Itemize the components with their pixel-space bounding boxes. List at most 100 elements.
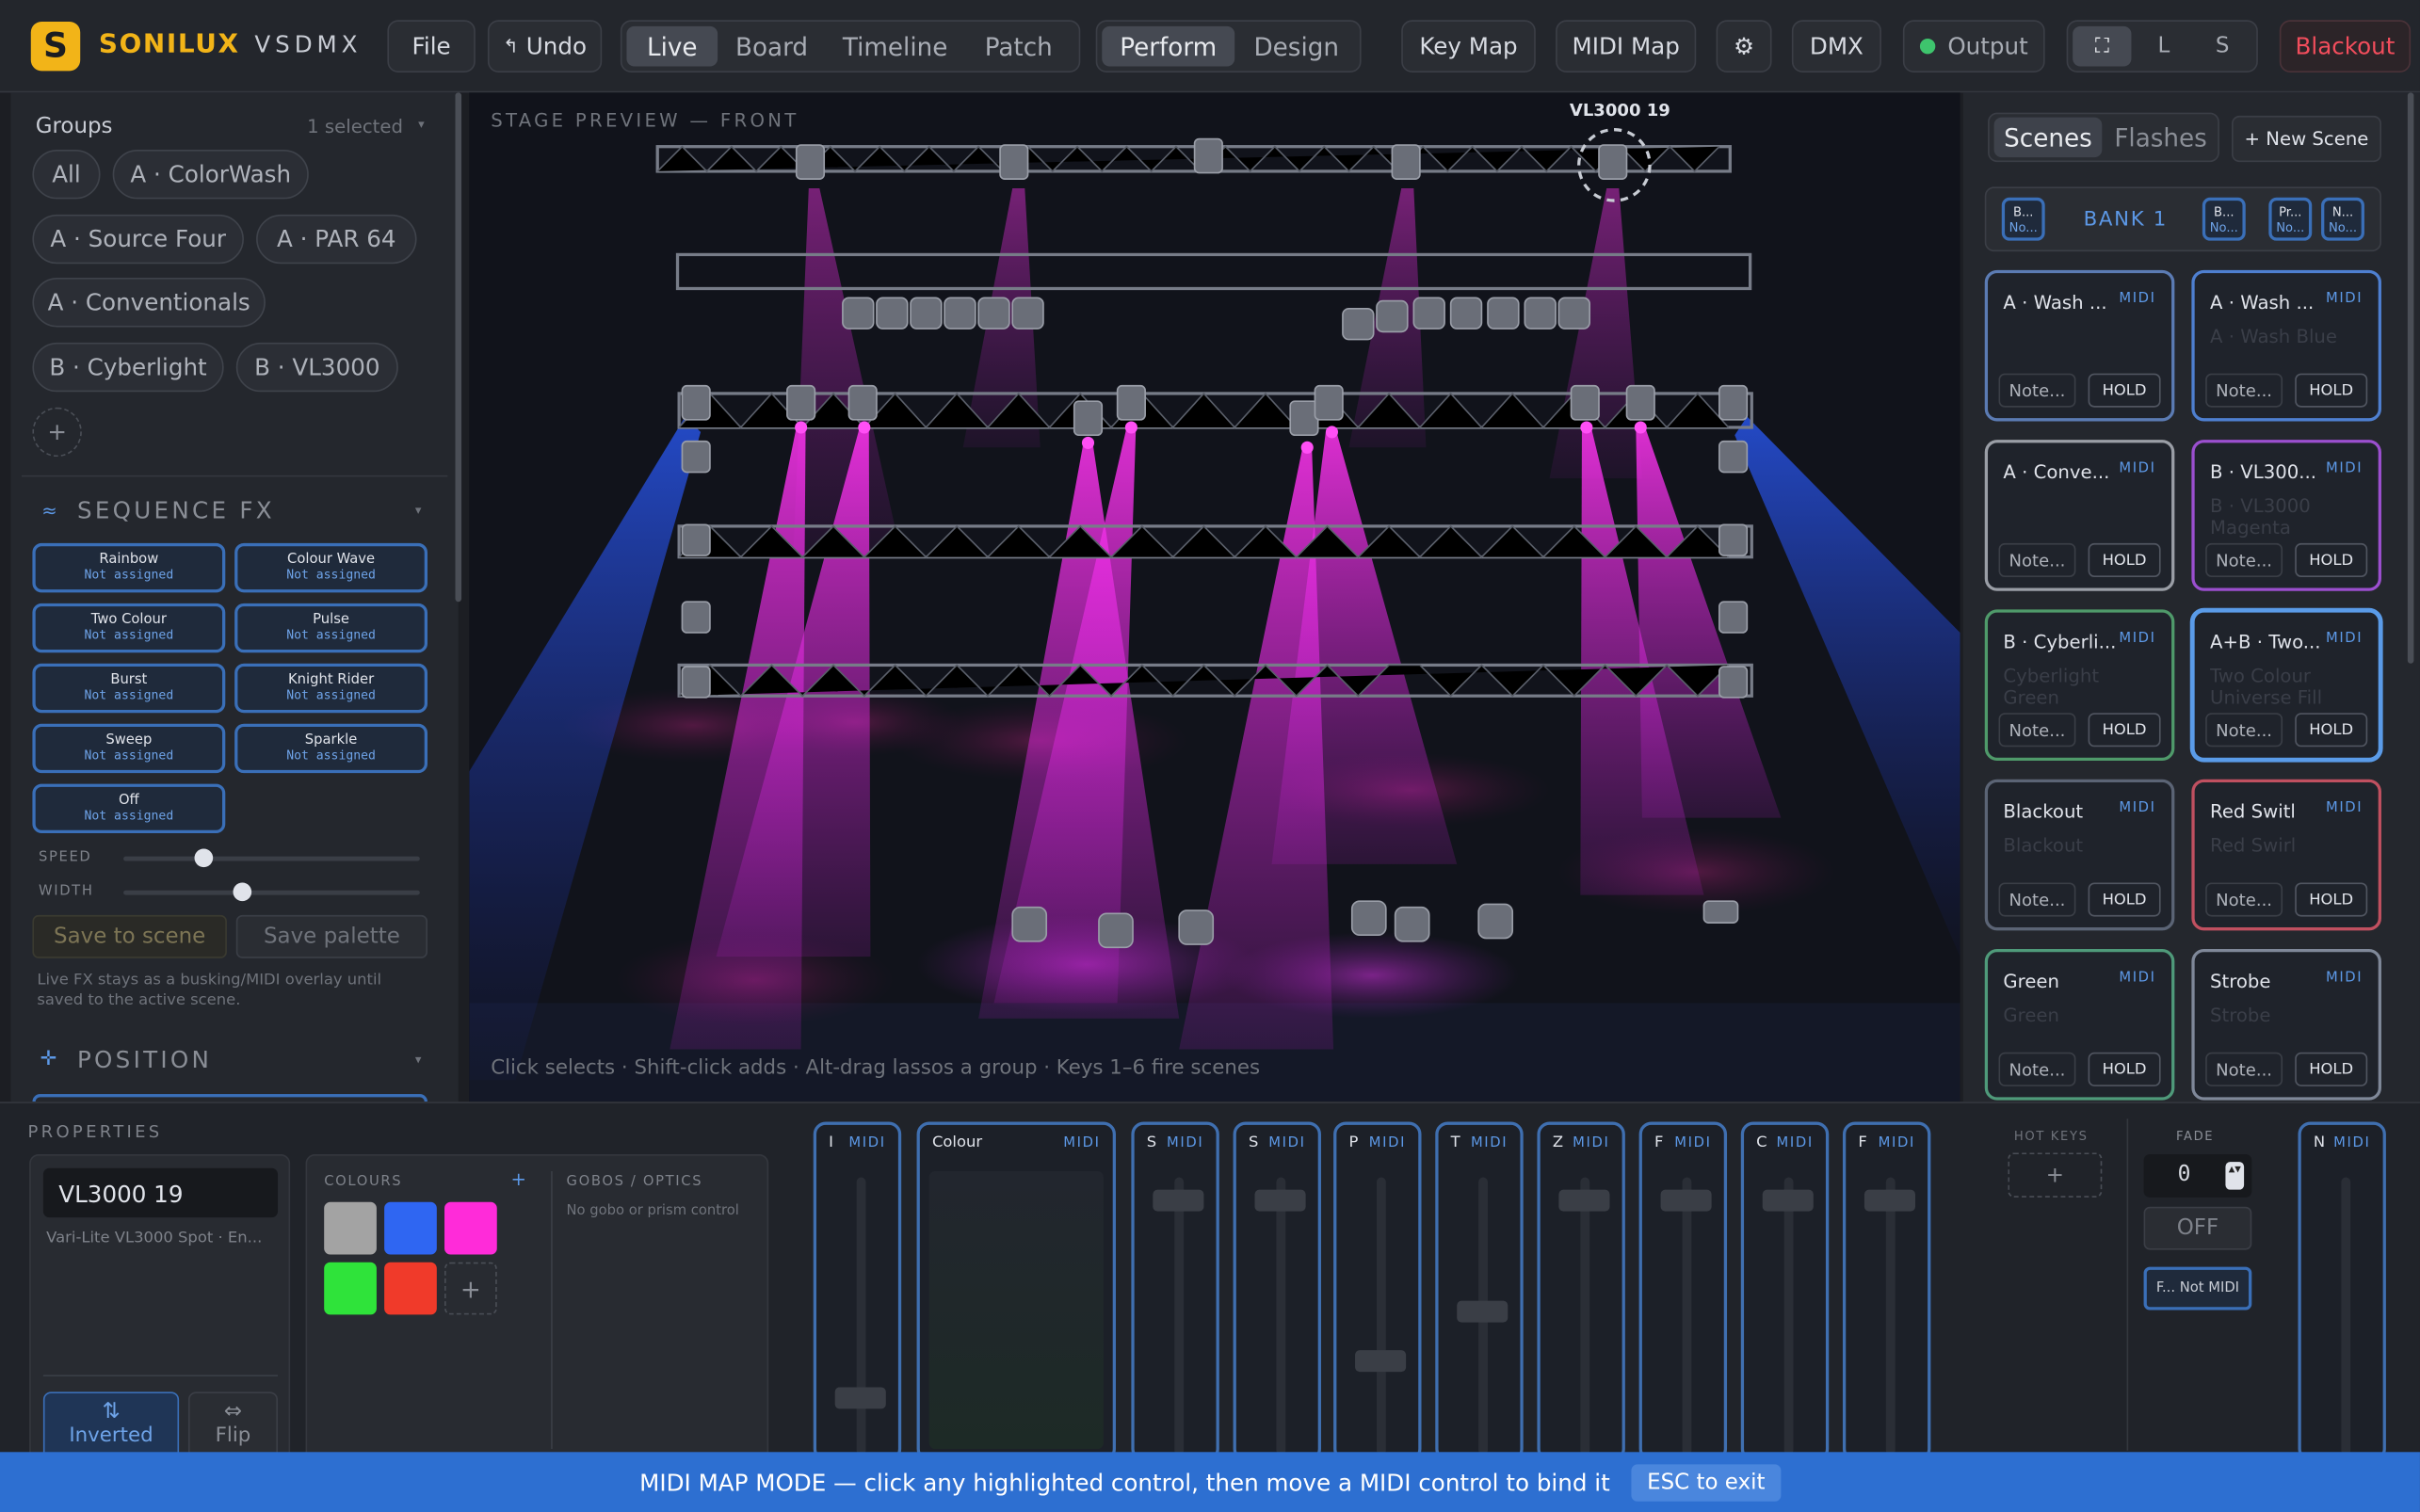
fader-track[interactable] xyxy=(856,1177,866,1456)
tab-perform[interactable]: Perform xyxy=(1102,25,1235,67)
channel-fader[interactable]: T MIDI xyxy=(1435,1121,1524,1462)
scene-hold-button[interactable]: HOLD xyxy=(2295,542,2368,577)
fade-midi-assign[interactable]: F... Not MIDI xyxy=(2143,1266,2252,1311)
master-fader[interactable]: N MIDI xyxy=(2298,1121,2386,1462)
fader-handle[interactable] xyxy=(1660,1189,1712,1212)
fader-handle[interactable] xyxy=(1254,1189,1306,1212)
fader-track[interactable] xyxy=(1885,1177,1896,1456)
fx-button[interactable]: Two Colour Not assigned xyxy=(32,603,226,653)
scene-note-button[interactable]: Note... xyxy=(2205,373,2283,408)
scene-hold-button[interactable]: HOLD xyxy=(2088,373,2161,408)
tab-patch[interactable]: Patch xyxy=(971,26,1067,67)
group-chip-par64[interactable]: A · PAR 64 xyxy=(256,214,417,265)
fade-off-button[interactable]: OFF xyxy=(2143,1206,2252,1250)
inverted-button[interactable]: ⇅ Inverted xyxy=(42,1391,180,1460)
output-button[interactable]: Output xyxy=(1902,20,2045,73)
fixture-name-field[interactable]: VL3000 19 xyxy=(42,1167,279,1218)
bank-button[interactable]: N... No... xyxy=(2321,197,2364,241)
channel-fader[interactable]: I MIDI xyxy=(813,1121,902,1462)
scene-card[interactable]: Blackout MIDI Blackout Note... HOLD xyxy=(1984,779,2175,931)
colour-swatch-red[interactable] xyxy=(384,1262,437,1315)
scene-note-button[interactable]: Note... xyxy=(2205,713,2283,748)
channel-fader[interactable]: S MIDI xyxy=(1233,1121,1321,1462)
stepper-arrows-icon[interactable]: ▴▾ xyxy=(2225,1162,2245,1190)
scene-card[interactable]: A+B · Two... MIDI Two Colour Universe Fill… xyxy=(2191,609,2381,762)
save-palette-button[interactable]: Save palette xyxy=(235,914,428,958)
fx-button[interactable]: Sparkle Not assigned xyxy=(234,723,428,774)
fader-handle[interactable] xyxy=(1762,1189,1814,1212)
fader-handle[interactable] xyxy=(1863,1189,1915,1212)
size-large[interactable]: L xyxy=(2136,26,2191,67)
scene-note-button[interactable]: Note... xyxy=(1998,542,2076,577)
group-chip-all[interactable]: All xyxy=(32,149,101,200)
fader-handle[interactable] xyxy=(1355,1350,1407,1373)
scene-card[interactable]: B · VL300... MIDI B · VL3000 Magenta Note..… xyxy=(2191,440,2381,591)
fader-track[interactable] xyxy=(1682,1177,1692,1456)
fader-track[interactable] xyxy=(1580,1177,1590,1456)
scene-note-button[interactable]: Note... xyxy=(2205,1052,2283,1086)
scene-card[interactable]: A · Conve... MIDI Note... HOLD xyxy=(1984,440,2175,591)
scene-hold-button[interactable]: HOLD xyxy=(2088,713,2161,748)
flip-button[interactable]: ⇔ Flip xyxy=(187,1391,279,1460)
fader-handle[interactable] xyxy=(1457,1300,1508,1323)
colour-swatch-blue[interactable] xyxy=(384,1201,437,1255)
colour-swatch-grey[interactable] xyxy=(324,1201,377,1255)
master-fader-track[interactable] xyxy=(2341,1177,2351,1456)
channel-fader[interactable]: P MIDI xyxy=(1333,1121,1422,1462)
dmx-button[interactable]: DMX xyxy=(1791,20,1881,73)
fx-button[interactable]: Pulse Not assigned xyxy=(234,603,428,653)
tab-design[interactable]: Design xyxy=(1239,26,1353,67)
scene-hold-button[interactable]: HOLD xyxy=(2088,882,2161,917)
groups-dropdown-icon[interactable]: ▾ xyxy=(418,118,425,132)
size-full-icon[interactable]: ⛶ xyxy=(2073,25,2132,67)
scene-hold-button[interactable]: HOLD xyxy=(2088,542,2161,577)
add-group-button[interactable]: + xyxy=(32,407,82,458)
channel-fader[interactable]: Z MIDI xyxy=(1537,1121,1625,1462)
size-small[interactable]: S xyxy=(2195,26,2251,67)
scene-hold-button[interactable]: HOLD xyxy=(2295,882,2368,917)
scene-card[interactable]: Green MIDI Green Note... HOLD xyxy=(1984,948,2175,1101)
left-scrollbar[interactable] xyxy=(455,92,462,603)
position-collapse-icon[interactable]: ▾ xyxy=(415,1053,422,1067)
scene-card[interactable]: A · Wash ... MIDI Note... HOLD xyxy=(1984,269,2175,422)
bank-button[interactable]: B... No... xyxy=(2202,197,2246,241)
scene-note-button[interactable]: Note... xyxy=(1998,713,2076,748)
width-slider[interactable] xyxy=(123,882,420,902)
scene-hold-button[interactable]: HOLD xyxy=(2295,1052,2368,1086)
save-to-scene-button[interactable]: Save to scene xyxy=(32,914,227,958)
scene-hold-button[interactable]: HOLD xyxy=(2295,373,2368,408)
group-chip-cyberlight[interactable]: B · Cyberlight xyxy=(32,342,224,393)
channel-fader[interactable]: F MIDI xyxy=(1842,1121,1931,1462)
fx-button[interactable]: Burst Not assigned xyxy=(32,663,226,714)
channel-fader[interactable]: S MIDI xyxy=(1131,1121,1219,1462)
fader-track[interactable] xyxy=(1376,1177,1386,1456)
selected-fixture-marker[interactable] xyxy=(1579,130,1650,201)
group-chip-conventionals[interactable]: A · Conventionals xyxy=(32,278,266,328)
group-chip-vl3000[interactable]: B · VL3000 xyxy=(235,342,398,393)
settings-gear-icon[interactable]: ⚙ xyxy=(1716,20,1772,73)
colour-swatch-magenta[interactable] xyxy=(444,1201,497,1255)
colour-picker-area[interactable] xyxy=(928,1171,1104,1450)
scene-card[interactable]: B · Cyberli... MIDI Cyberlight Green Note..… xyxy=(1984,609,2175,762)
channel-fader[interactable]: Colour MIDI xyxy=(916,1121,1116,1462)
fx-button[interactable]: Off Not assigned xyxy=(32,783,226,834)
bank-button[interactable]: B... No... xyxy=(2001,197,2045,241)
fader-handle[interactable] xyxy=(1558,1189,1610,1212)
fader-handle[interactable] xyxy=(834,1387,886,1409)
fx-button[interactable]: Rainbow Not assigned xyxy=(32,542,226,593)
new-scene-button[interactable]: + New Scene xyxy=(2231,115,2381,163)
stage-preview[interactable]: STAGE PREVIEW — FRONT VL3000 19 Click se… xyxy=(469,92,1960,1102)
group-chip-colorwash[interactable]: A · ColorWash xyxy=(112,149,309,200)
scene-note-button[interactable]: Note... xyxy=(1998,373,2076,408)
speed-slider[interactable] xyxy=(123,848,420,868)
tab-live[interactable]: Live xyxy=(626,25,718,67)
key-map-button[interactable]: Key Map xyxy=(1401,20,1536,73)
fader-track[interactable] xyxy=(1783,1177,1794,1456)
scenes-scrollbar[interactable] xyxy=(2407,92,2414,664)
bank-button[interactable]: Pr... No... xyxy=(2268,197,2313,241)
add-colour-swatch-button[interactable]: + xyxy=(444,1262,497,1315)
fx-button[interactable]: Colour Wave Not assigned xyxy=(234,542,428,593)
midi-map-button[interactable]: MIDI Map xyxy=(1556,20,1697,73)
file-button[interactable]: File xyxy=(387,20,476,73)
tab-timeline[interactable]: Timeline xyxy=(829,26,961,67)
